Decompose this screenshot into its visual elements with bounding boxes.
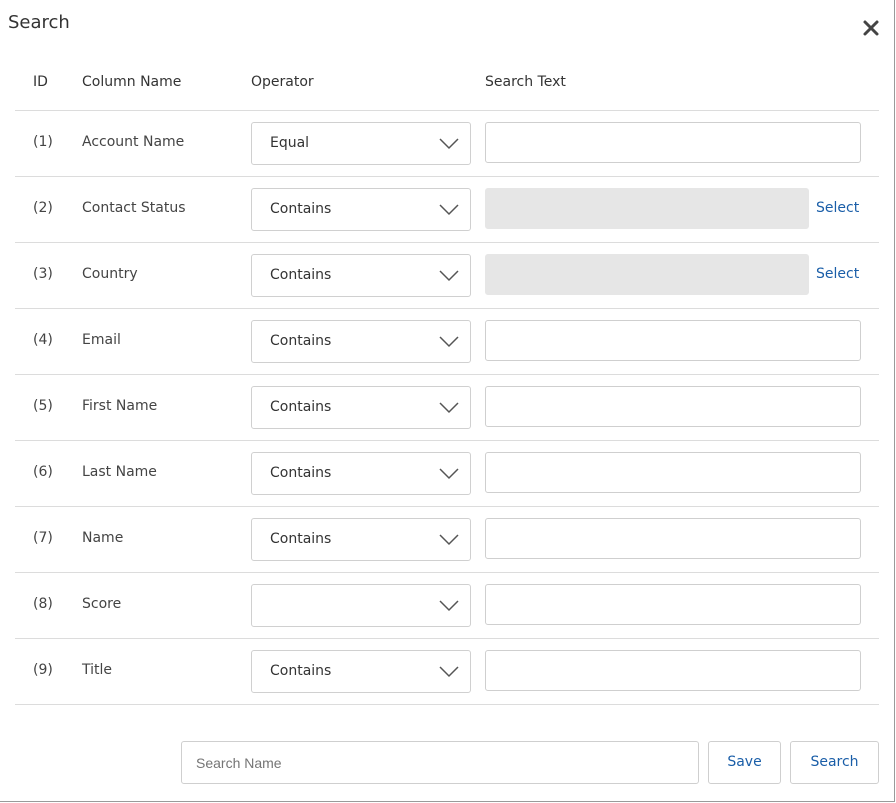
row-column-name: Last Name (82, 464, 157, 480)
search-name-input[interactable] (181, 741, 699, 784)
table-header: ID Column Name Operator Search Text (15, 62, 879, 111)
chevron-down-icon (439, 204, 459, 220)
operator-value: Contains (270, 663, 332, 679)
table-row: (4) Email Contains (15, 309, 879, 375)
search-text-input[interactable] (485, 386, 861, 427)
search-button[interactable]: Search (790, 741, 879, 784)
chevron-down-icon (439, 468, 459, 484)
operator-value: Contains (270, 465, 332, 481)
operator-select[interactable]: Contains (251, 452, 471, 495)
operator-select[interactable]: Contains (251, 320, 471, 363)
chevron-down-icon (439, 666, 459, 682)
table-row: (7) Name Contains (15, 507, 879, 573)
table-row: (6) Last Name Contains (15, 441, 879, 507)
search-text-input[interactable] (485, 518, 861, 559)
row-column-name: Score (82, 596, 122, 612)
operator-value: Contains (270, 531, 332, 547)
row-id: (6) (33, 464, 53, 480)
operator-select[interactable] (251, 584, 471, 627)
row-column-name: Email (82, 332, 121, 348)
operator-select[interactable]: Contains (251, 650, 471, 693)
operator-select[interactable]: Contains (251, 386, 471, 429)
operator-select[interactable]: Contains (251, 254, 471, 297)
row-column-name: Country (82, 266, 138, 282)
chevron-down-icon (439, 534, 459, 550)
table-row: (1) Account Name Equal (15, 111, 879, 177)
row-column-name: Title (82, 662, 113, 678)
row-id: (9) (33, 662, 53, 678)
table-row: (8) Score (15, 573, 879, 639)
chevron-down-icon (439, 138, 459, 154)
operator-select[interactable]: Equal (251, 122, 471, 165)
chevron-down-icon (439, 600, 459, 616)
search-text-input[interactable] (485, 452, 861, 493)
row-id: (3) (33, 266, 53, 282)
header-column-name: Column Name (82, 74, 182, 90)
save-button[interactable]: Save (708, 741, 781, 784)
table-row: (9) Title Contains (15, 639, 879, 705)
header-operator: Operator (251, 74, 314, 90)
row-column-name: Account Name (82, 134, 185, 150)
operator-select[interactable]: Contains (251, 518, 471, 561)
row-id: (1) (33, 134, 53, 150)
operator-value: Equal (270, 135, 310, 151)
row-column-name: Contact Status (82, 200, 186, 216)
search-dialog: Search ID Column Name Operator Search Te… (0, 0, 895, 802)
row-id: (4) (33, 332, 53, 348)
select-link[interactable]: Select (816, 266, 859, 282)
operator-value: Contains (270, 267, 332, 283)
table-row: (3) Country Contains Select (15, 243, 879, 309)
row-column-name: First Name (82, 398, 158, 414)
row-column-name: Name (82, 530, 124, 546)
row-id: (5) (33, 398, 53, 414)
operator-select[interactable]: Contains (251, 188, 471, 231)
search-text-input (485, 254, 809, 295)
table-row: (2) Contact Status Contains Select (15, 177, 879, 243)
search-text-input (485, 188, 809, 229)
search-text-input[interactable] (485, 584, 861, 625)
search-text-input[interactable] (485, 650, 861, 691)
header-search-text: Search Text (485, 74, 566, 90)
close-icon[interactable] (862, 19, 880, 37)
row-id: (8) (33, 596, 53, 612)
search-text-input[interactable] (485, 122, 861, 163)
operator-value: Contains (270, 333, 332, 349)
header-id: ID (33, 74, 48, 90)
row-id: (2) (33, 200, 53, 216)
operator-value: Contains (270, 201, 332, 217)
chevron-down-icon (439, 402, 459, 418)
select-link[interactable]: Select (816, 200, 859, 216)
chevron-down-icon (439, 270, 459, 286)
chevron-down-icon (439, 336, 459, 352)
operator-value: Contains (270, 399, 332, 415)
search-text-input[interactable] (485, 320, 861, 361)
dialog-title: Search (8, 12, 70, 33)
row-id: (7) (33, 530, 53, 546)
table-row: (5) First Name Contains (15, 375, 879, 441)
